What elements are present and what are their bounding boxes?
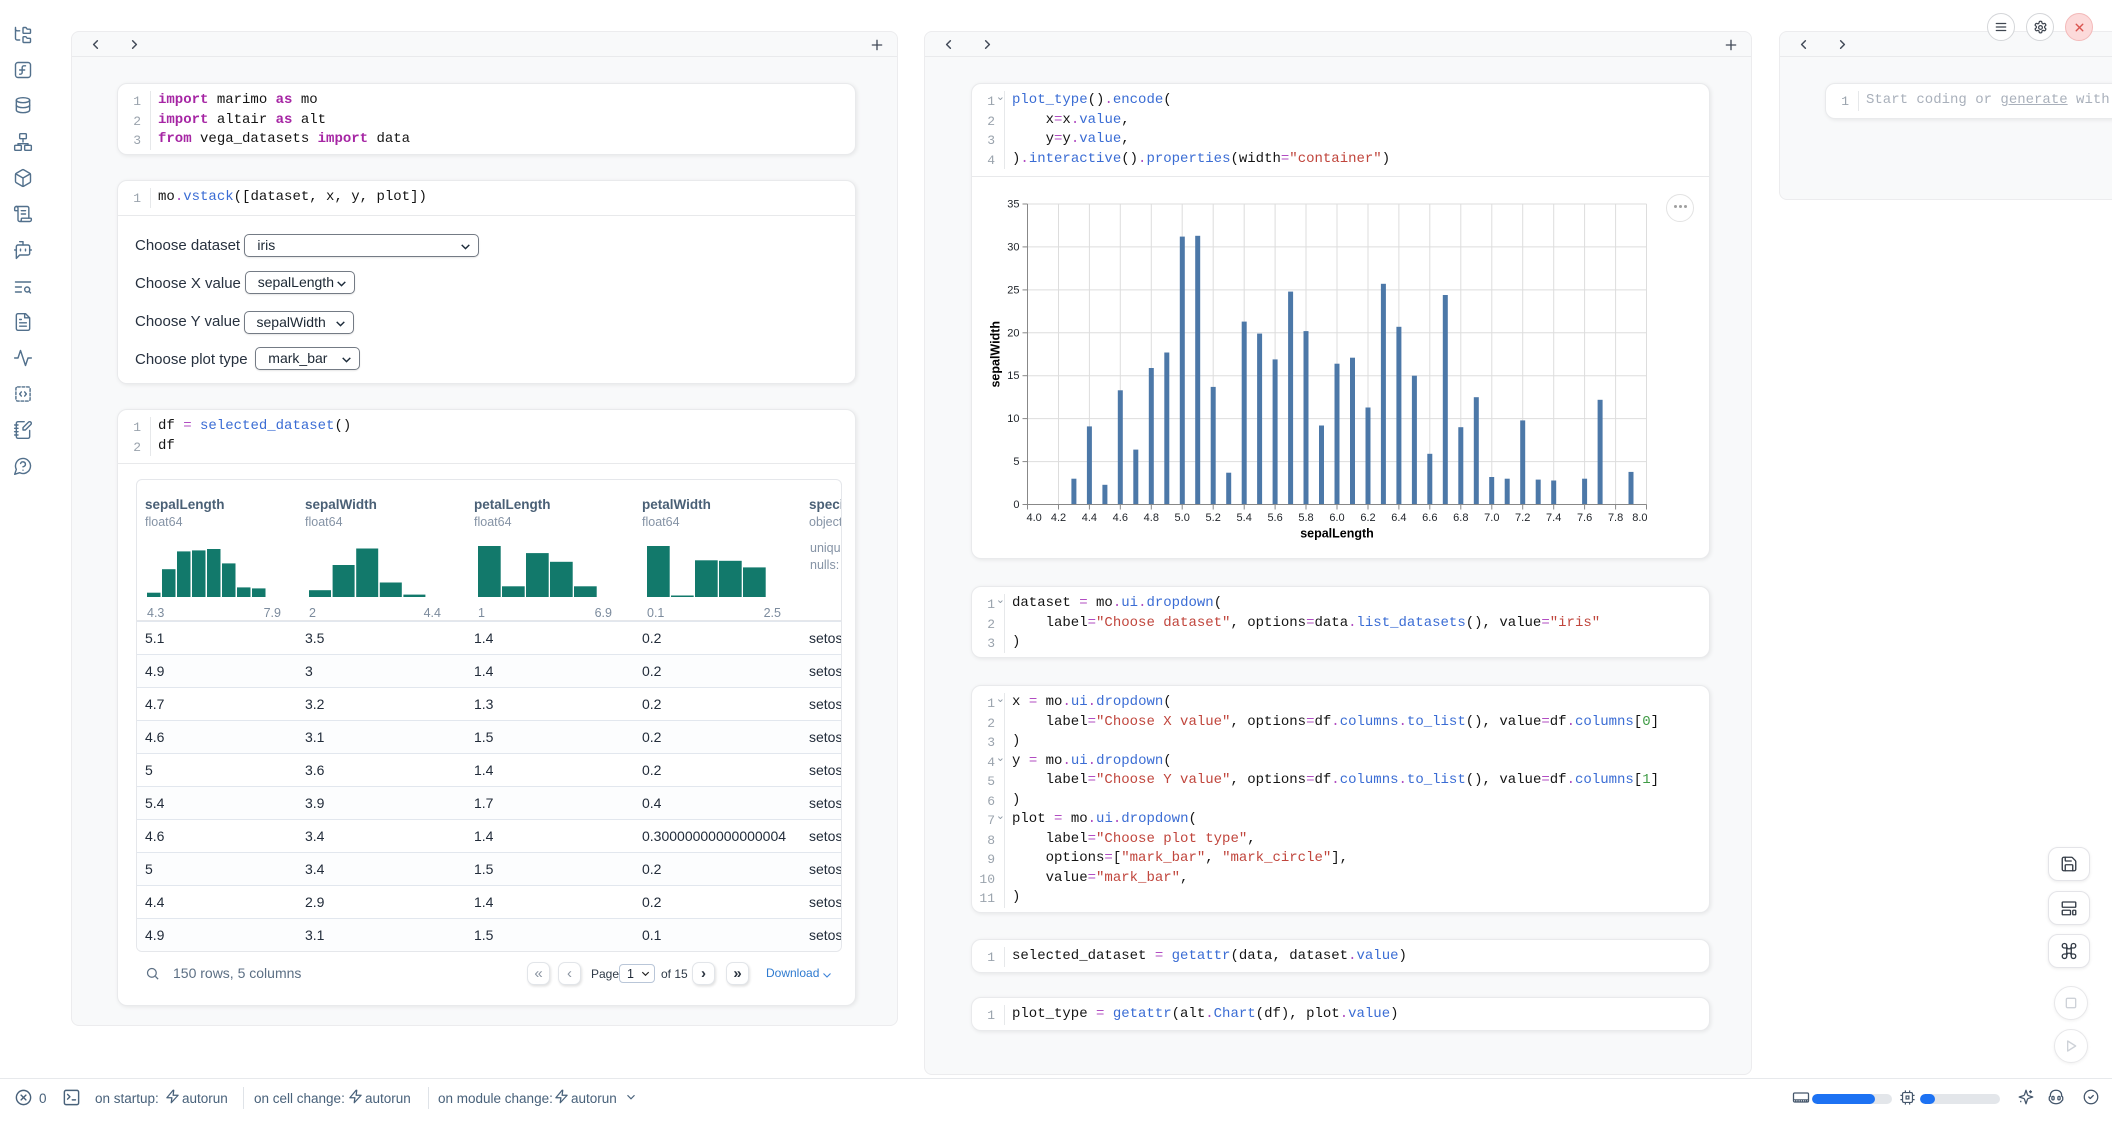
svg-text:30: 30	[1007, 241, 1019, 253]
svg-text:5.0: 5.0	[1175, 512, 1190, 524]
svg-text:20: 20	[1007, 327, 1019, 339]
svg-text:5.2: 5.2	[1206, 512, 1221, 524]
svg-text:4.0: 4.0	[1027, 512, 1042, 524]
svg-text:5.8: 5.8	[1298, 512, 1313, 524]
svg-text:35: 35	[1007, 199, 1019, 211]
svg-text:sepalWidth: sepalWidth	[989, 321, 1003, 388]
svg-text:sepalLength: sepalLength	[1300, 527, 1374, 541]
svg-text:6.4: 6.4	[1391, 512, 1406, 524]
svg-text:6.8: 6.8	[1453, 512, 1468, 524]
svg-text:8.0: 8.0	[1632, 512, 1647, 524]
svg-text:7.2: 7.2	[1515, 512, 1530, 524]
svg-text:7.8: 7.8	[1608, 512, 1623, 524]
svg-text:6.2: 6.2	[1360, 512, 1375, 524]
svg-text:4.6: 4.6	[1113, 512, 1128, 524]
svg-text:7.4: 7.4	[1546, 512, 1561, 524]
svg-text:4.4: 4.4	[1082, 512, 1097, 524]
svg-text:0: 0	[1013, 499, 1019, 511]
svg-text:7.6: 7.6	[1577, 512, 1592, 524]
svg-text:6.6: 6.6	[1422, 512, 1437, 524]
svg-text:15: 15	[1007, 370, 1019, 382]
svg-text:5: 5	[1013, 456, 1019, 468]
svg-text:5.6: 5.6	[1267, 512, 1282, 524]
svg-text:5.4: 5.4	[1237, 512, 1252, 524]
svg-text:10: 10	[1007, 413, 1019, 425]
svg-text:4.8: 4.8	[1144, 512, 1159, 524]
svg-text:4.2: 4.2	[1051, 512, 1066, 524]
svg-text:25: 25	[1007, 284, 1019, 296]
svg-text:7.0: 7.0	[1484, 512, 1499, 524]
svg-text:6.0: 6.0	[1329, 512, 1344, 524]
